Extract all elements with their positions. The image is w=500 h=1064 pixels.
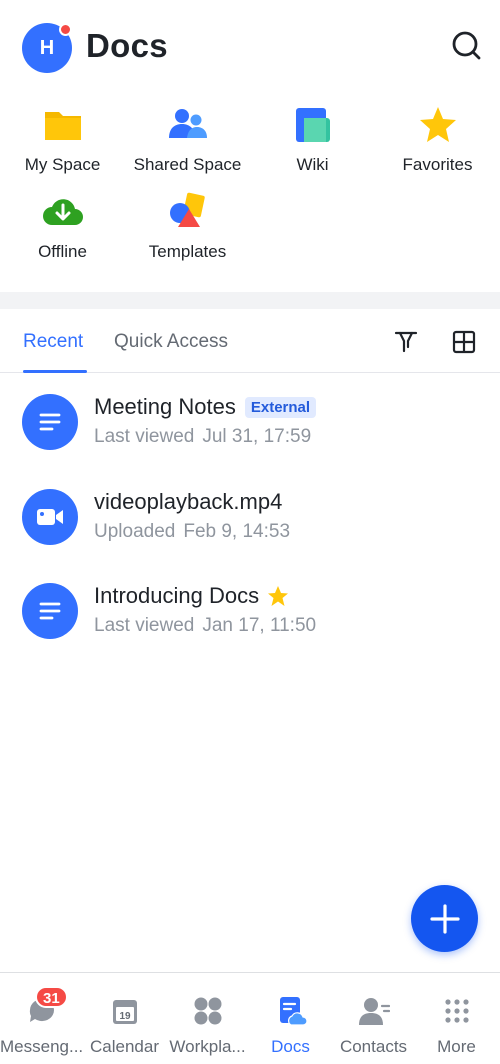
video-icon xyxy=(22,489,78,545)
page-title: Docs xyxy=(86,27,168,64)
doc-title-text: videoplayback.mp4 xyxy=(94,489,283,514)
calendar-icon: 19 xyxy=(113,1000,137,1024)
doc-meta: Last viewed Jul 31, 17:59 xyxy=(94,426,311,448)
nav-label: More xyxy=(437,1037,476,1056)
more-grid-icon xyxy=(445,999,469,1023)
grid-item-label: Offline xyxy=(38,242,87,261)
doc-title: videoplayback.mp4 xyxy=(94,489,282,515)
bottom-nav: 31 Messeng... 19 Calendar Workpla... Doc… xyxy=(0,972,500,1064)
list-item[interactable]: Meeting Notes External Last viewed Jul 31… xyxy=(0,374,500,468)
doc-meta-label: Last viewed xyxy=(94,615,195,636)
doc-title: Introducing Docs xyxy=(94,583,289,609)
search-icon xyxy=(452,31,481,60)
workplace-icon xyxy=(194,997,222,1025)
doc-meta: Last viewed Jan 17, 11:50 xyxy=(94,615,316,637)
nav-label: Contacts xyxy=(339,1037,408,1056)
avatar[interactable]: H xyxy=(22,23,72,73)
create-new-button[interactable] xyxy=(411,885,478,952)
grid-item-wiki[interactable]: Wiki xyxy=(250,98,375,184)
nav-item-docs[interactable]: Docs xyxy=(249,973,332,1064)
nav-label: Messeng... xyxy=(0,1037,83,1056)
filter-button[interactable] xyxy=(393,329,419,355)
tab-recent[interactable]: Recent xyxy=(23,331,83,353)
unread-count-badge: 31 xyxy=(35,986,68,1008)
filter-icon xyxy=(394,331,418,353)
doc-meta-label: Last viewed xyxy=(94,426,195,447)
nav-item-more[interactable]: More xyxy=(415,973,498,1064)
grid-item-label: Templates xyxy=(148,242,227,261)
document-icon xyxy=(22,394,78,450)
nav-label: Docs xyxy=(271,1037,310,1056)
nav-label: Workpla... xyxy=(169,1037,246,1056)
grid-item-label: Wiki xyxy=(296,155,329,174)
notification-dot xyxy=(59,23,72,36)
doc-title-text: Meeting Notes xyxy=(94,394,236,419)
list-item[interactable]: videoplayback.mp4 Uploaded Feb 9, 14:53 xyxy=(0,469,500,563)
doc-meta-time: Jul 31, 17:59 xyxy=(202,426,312,447)
shared-people-icon xyxy=(169,109,207,138)
contacts-icon xyxy=(359,998,390,1025)
doc-meta-time: Feb 9, 14:53 xyxy=(183,521,291,542)
nav-item-workplace[interactable]: Workpla... xyxy=(166,973,249,1064)
wiki-icon xyxy=(296,108,330,142)
tab-quick-access[interactable]: Quick Access xyxy=(114,331,228,353)
active-tab-indicator xyxy=(23,370,87,373)
section-divider xyxy=(0,292,500,309)
nav-item-contacts[interactable]: Contacts xyxy=(332,973,415,1064)
grid-item-my-space[interactable]: My Space xyxy=(0,98,125,184)
nav-item-calendar[interactable]: 19 Calendar xyxy=(83,973,166,1064)
star-icon xyxy=(420,107,456,142)
document-icon xyxy=(22,583,78,639)
grid-item-label: My Space xyxy=(24,155,101,174)
grid-item-offline[interactable]: Offline xyxy=(0,185,125,271)
grid-item-templates[interactable]: Templates xyxy=(125,185,250,271)
external-badge: External xyxy=(244,396,317,418)
grid-item-label: Shared Space xyxy=(133,155,242,174)
grid-view-icon xyxy=(452,330,476,354)
grid-item-shared-space[interactable]: Shared Space xyxy=(125,98,250,184)
doc-meta: Uploaded Feb 9, 14:53 xyxy=(94,521,290,543)
svg-text:19: 19 xyxy=(119,1011,131,1022)
avatar-initial: H xyxy=(39,36,55,59)
docs-icon xyxy=(280,997,307,1026)
cloud-download-icon xyxy=(43,199,83,225)
list-item[interactable]: Introducing Docs Last viewed Jan 17, 11:5… xyxy=(0,563,500,657)
folder-icon xyxy=(45,112,81,140)
favorite-star-icon xyxy=(268,586,289,606)
doc-title: Meeting Notes External xyxy=(94,394,317,420)
doc-title-text: Introducing Docs xyxy=(94,583,260,608)
grid-item-label: Favorites xyxy=(402,155,473,174)
search-button[interactable] xyxy=(446,26,486,66)
templates-shapes-icon xyxy=(170,192,205,227)
grid-view-button[interactable] xyxy=(451,329,477,355)
grid-item-favorites[interactable]: Favorites xyxy=(375,98,500,184)
plus-icon xyxy=(429,903,460,934)
nav-label: Calendar xyxy=(90,1037,159,1056)
doc-meta-label: Uploaded xyxy=(94,521,176,542)
quick-entry-grid: My Space Shared Space Wiki Favorites Off… xyxy=(0,96,500,292)
header: H Docs xyxy=(0,0,500,96)
doc-meta-time: Jan 17, 11:50 xyxy=(202,615,317,636)
tab-bar: Recent Quick Access xyxy=(0,309,500,373)
nav-item-messenger[interactable]: 31 Messeng... xyxy=(0,973,83,1064)
